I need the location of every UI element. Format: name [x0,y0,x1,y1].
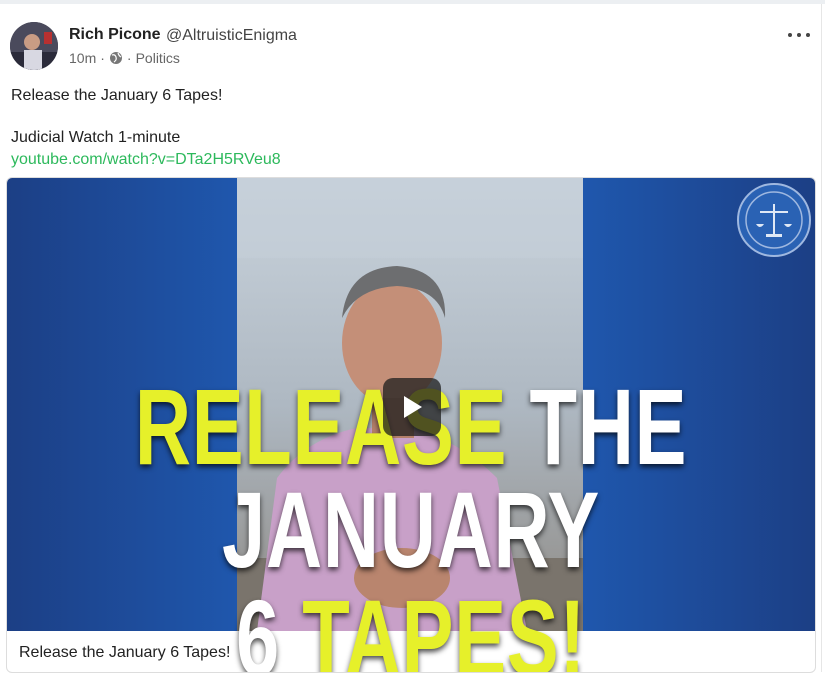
post-text-line2: Judicial Watch 1-minute [11,129,181,146]
more-horizontal-icon[interactable] [788,28,810,42]
play-icon [404,396,422,418]
meta-separator: · [126,50,132,66]
seal-logo [737,183,811,257]
globe-icon [109,51,123,65]
meta-separator: · [100,50,105,66]
overlay-word-tapes: TAPES! [302,577,587,673]
post-card: Rich Picone @AltruisticEnigma 10m · · Po… [0,4,822,673]
timestamp[interactable]: 10m [69,50,96,66]
video-embed[interactable]: RELEASE THE JANUARY 6 TAPES! Release the… [6,177,816,673]
author-name[interactable]: Rich Picone [69,26,161,44]
author-handle[interactable]: @AltruisticEnigma [166,27,297,45]
youtube-link[interactable]: youtube.com/watch?v=DTa2H5RVeu8 [11,151,281,169]
category-link[interactable]: Politics [136,50,180,66]
play-button[interactable] [383,378,441,436]
embed-caption[interactable]: Release the January 6 Tapes! [19,644,230,662]
post-meta: 10m · · Politics [69,50,180,66]
post-text-line1: Release the January 6 Tapes! [11,87,223,104]
avatar[interactable] [10,22,58,70]
